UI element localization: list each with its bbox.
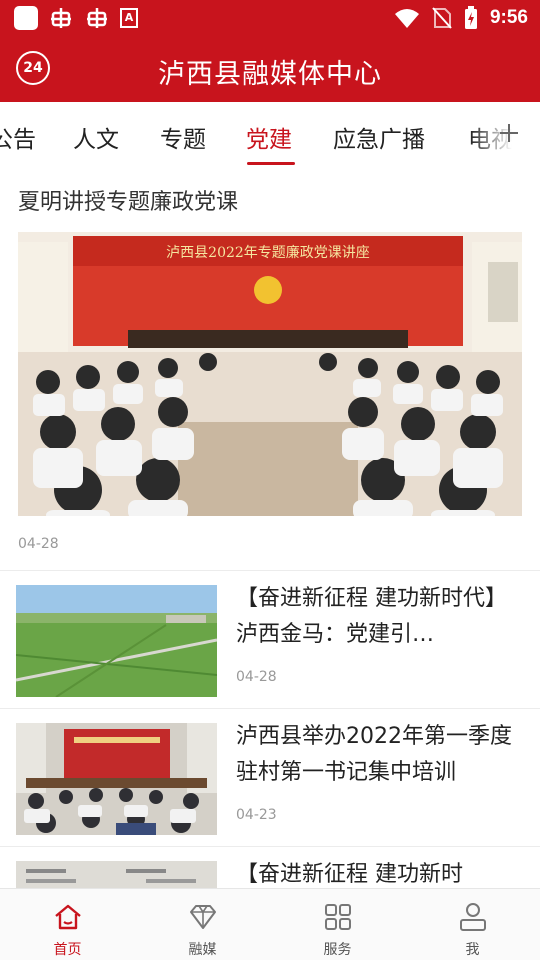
status-right: 9:56 bbox=[394, 6, 528, 30]
battery-charging-icon bbox=[464, 6, 477, 29]
nav-media[interactable]: 融媒 bbox=[135, 889, 270, 960]
list-item[interactable]: 【奋进新征程 建功新时 bbox=[0, 847, 540, 888]
feature-date: 04-28 bbox=[18, 536, 59, 552]
article-thumbnail[interactable] bbox=[16, 585, 217, 697]
bug-icon bbox=[87, 8, 107, 28]
user-icon bbox=[459, 903, 486, 931]
nav-label: 服务 bbox=[323, 942, 352, 958]
article-date: 04-28 bbox=[236, 669, 277, 685]
tab-culture[interactable]: 人文 bbox=[73, 120, 119, 154]
tab-announcement[interactable]: 公告 bbox=[0, 120, 36, 154]
feature-image[interactable]: 泸西县2022年专题廉政党课讲座 bbox=[18, 232, 522, 516]
app-header: 24 泸西县融媒体中心 bbox=[0, 36, 540, 102]
feature-title[interactable]: 夏明讲授专题廉政党课 bbox=[18, 184, 238, 216]
article-title[interactable]: 【奋进新征程 建功新时代】泸西金马：党建引… bbox=[236, 581, 524, 653]
nav-label: 我 bbox=[465, 942, 480, 958]
text-a-icon: A bbox=[120, 8, 138, 28]
page-title: 泸西县融媒体中心 bbox=[158, 59, 382, 90]
status-left: A bbox=[14, 5, 138, 31]
app-square-icon bbox=[14, 6, 38, 30]
tab-special[interactable]: 专题 bbox=[160, 120, 206, 154]
article-title[interactable]: 【奋进新征程 建功新时 bbox=[236, 857, 524, 888]
list-item[interactable]: 【奋进新征程 建功新时代】泸西金马：党建引… 04-28 bbox=[0, 571, 540, 709]
nav-label: 首页 bbox=[53, 942, 82, 958]
bug-icon bbox=[51, 8, 71, 28]
bottom-nav: 首页 融媒 服务 我 bbox=[0, 888, 540, 960]
news-feed: 夏明讲授专题廉政党课 泸西县2022年专题廉政党课讲座 04-28 【奋进新征程… bbox=[0, 166, 540, 888]
nav-services[interactable]: 服务 bbox=[270, 889, 405, 960]
tab-emergency-broadcast[interactable]: 应急广播 bbox=[333, 120, 425, 154]
article-title[interactable]: 泸西县举办2022年第一季度驻村第一书记集中培训 bbox=[236, 719, 524, 791]
wifi-icon bbox=[394, 9, 419, 28]
article-thumbnail[interactable] bbox=[16, 723, 217, 835]
tab-party-building[interactable]: 党建 bbox=[246, 120, 292, 154]
nav-me[interactable]: 我 bbox=[405, 889, 540, 960]
nav-home[interactable]: 首页 bbox=[0, 889, 135, 960]
active-tab-indicator bbox=[247, 162, 295, 165]
status-bar: A 9:56 bbox=[0, 0, 540, 36]
home-icon bbox=[54, 904, 81, 930]
feature-banner-text: 泸西县2022年专题廉政党课讲座 bbox=[166, 244, 370, 261]
list-item[interactable]: 泸西县举办2022年第一季度驻村第一书记集中培训 04-23 bbox=[0, 709, 540, 847]
add-channel-icon[interactable] bbox=[498, 122, 520, 144]
nav-label: 融媒 bbox=[188, 942, 217, 958]
no-sim-icon bbox=[432, 7, 452, 29]
grid-icon bbox=[324, 904, 351, 930]
category-tabs: 公告 人文 专题 党建 应急广播 电视 bbox=[0, 102, 540, 166]
article-date: 04-23 bbox=[236, 807, 277, 823]
article-thumbnail[interactable] bbox=[16, 861, 217, 888]
status-time: 9:56 bbox=[489, 7, 528, 28]
diamond-icon bbox=[189, 905, 216, 929]
